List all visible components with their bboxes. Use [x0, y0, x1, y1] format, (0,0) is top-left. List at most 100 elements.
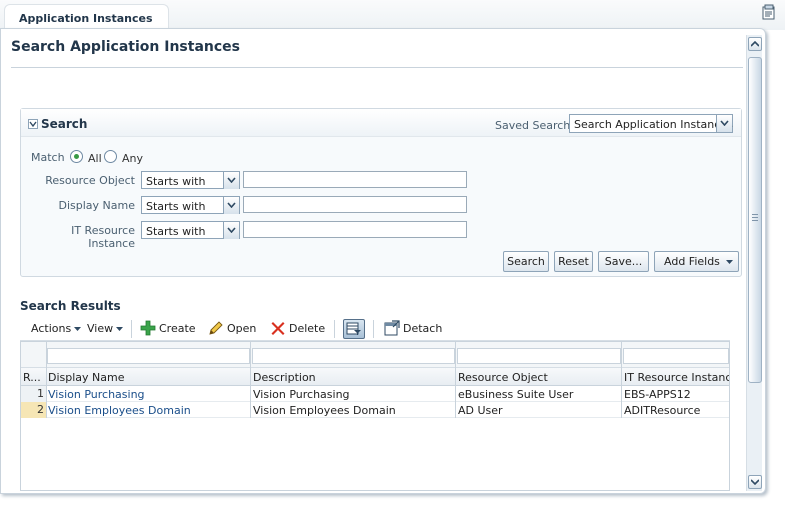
- tab-application-instances[interactable]: Application Instances: [4, 4, 169, 30]
- page-title: Search Application Instances: [11, 39, 240, 55]
- search-header: Search Saved Search Search Application I…: [21, 109, 741, 137]
- open-button[interactable]: Open: [227, 322, 256, 335]
- display-name-label: Display Name: [58, 199, 136, 212]
- vertical-scrollbar[interactable]: [746, 35, 762, 491]
- match-all-radio[interactable]: [70, 150, 83, 163]
- column-divider: [621, 342, 622, 418]
- create-button[interactable]: Create: [159, 322, 196, 335]
- dropdown-button[interactable]: [223, 197, 239, 214]
- dropdown-button[interactable]: [223, 222, 239, 239]
- caret-down-icon: [74, 327, 82, 331]
- description-cell: Vision Employees Domain: [253, 404, 396, 417]
- pencil-icon[interactable]: [208, 320, 224, 336]
- display-name-operator[interactable]: Starts with: [141, 196, 240, 214]
- it-resource-cell: ADITResource: [624, 404, 701, 417]
- table-header: R... Display Name Description Resource O…: [21, 368, 729, 386]
- operator-value: Starts with: [146, 200, 206, 213]
- search-title: Search: [41, 117, 88, 131]
- save-button[interactable]: Save...: [598, 251, 649, 272]
- match-any-label: Any: [122, 152, 144, 165]
- reset-button[interactable]: Reset: [554, 251, 593, 272]
- resource-object-cell: AD User: [458, 404, 503, 417]
- view-menu[interactable]: View: [87, 322, 124, 335]
- filter-display-name[interactable]: [47, 348, 250, 364]
- scroll-thumb[interactable]: [748, 57, 762, 383]
- scroll-down-button[interactable]: [748, 475, 762, 489]
- search-button[interactable]: Search: [503, 251, 549, 272]
- toolbar-separator: [334, 320, 335, 338]
- row-number: 1: [21, 386, 46, 402]
- col-header-resource-object[interactable]: Resource Object: [458, 371, 620, 384]
- display-name-input[interactable]: [243, 196, 467, 213]
- resource-object-operator[interactable]: Starts with: [141, 171, 240, 189]
- plus-icon[interactable]: [140, 320, 156, 336]
- it-resource-cell: EBS-APPS12: [624, 388, 691, 401]
- query-by-example-button[interactable]: [343, 319, 365, 339]
- operator-value: Starts with: [146, 225, 206, 238]
- saved-search-label: Saved Search: [495, 119, 571, 132]
- caret-down-icon: [726, 260, 733, 264]
- chevron-up-icon: [751, 41, 759, 47]
- table-row[interactable]: 2 Vision Employees Domain Vision Employe…: [21, 402, 729, 418]
- chevron-down-icon: [751, 479, 759, 485]
- filter-it-resource[interactable]: [623, 348, 729, 364]
- grip-icon: [752, 214, 758, 221]
- col-header-row-number[interactable]: R...: [23, 371, 45, 384]
- match-label: Match: [31, 151, 65, 164]
- tab-bar: Application Instances: [0, 0, 785, 30]
- delete-x-icon[interactable]: [270, 320, 286, 336]
- resource-object-label: Resource Object: [45, 174, 135, 187]
- scroll-up-button[interactable]: [748, 37, 762, 51]
- table-row[interactable]: 1 Vision Purchasing Vision Purchasing eB…: [21, 386, 729, 402]
- filter-resource-object[interactable]: [457, 348, 621, 364]
- display-name-link[interactable]: Vision Employees Domain: [48, 404, 248, 417]
- delete-button[interactable]: Delete: [289, 322, 325, 335]
- display-name-link[interactable]: Vision Purchasing: [48, 388, 248, 401]
- row-number: 2: [21, 402, 46, 418]
- match-any-radio[interactable]: [104, 150, 117, 163]
- it-resource-instance-operator[interactable]: Starts with: [141, 221, 240, 239]
- filter-description[interactable]: [252, 348, 455, 364]
- resource-object-input[interactable]: [243, 171, 467, 188]
- export-icon[interactable]: [761, 4, 777, 20]
- add-fields-button[interactable]: Add Fields: [654, 251, 739, 272]
- resource-object-cell: eBusiness Suite User: [458, 388, 574, 401]
- saved-search-value: Search Application Instances: [574, 118, 733, 131]
- chevron-down-icon: [720, 120, 729, 126]
- actions-label: Actions: [31, 322, 72, 335]
- col-header-description[interactable]: Description: [253, 371, 453, 384]
- actions-menu[interactable]: Actions: [31, 322, 82, 335]
- it-resource-instance-label: IT Resource Instance: [71, 224, 135, 250]
- view-label: View: [87, 322, 114, 335]
- dropdown-button[interactable]: [223, 172, 239, 189]
- col-header-display-name[interactable]: Display Name: [48, 371, 248, 384]
- toolbar-separator: [131, 320, 132, 338]
- add-fields-label: Add Fields: [664, 255, 720, 268]
- filter-row: [21, 342, 729, 368]
- match-all-label: All: [88, 152, 102, 165]
- column-divider: [46, 342, 47, 418]
- chevron-down-icon: [227, 227, 236, 233]
- col-header-it-resource-instance[interactable]: IT Resource Instance: [624, 371, 729, 384]
- operator-value: Starts with: [146, 175, 206, 188]
- saved-search-select[interactable]: Search Application Instances: [569, 114, 733, 133]
- detach-button[interactable]: Detach: [403, 322, 442, 335]
- dropdown-button[interactable]: [716, 115, 732, 132]
- toolbar-separator: [373, 320, 374, 338]
- chevron-down-icon: [227, 202, 236, 208]
- it-resource-instance-input[interactable]: [243, 221, 467, 238]
- detach-icon[interactable]: [384, 320, 400, 336]
- column-divider: [250, 342, 251, 418]
- filter-table-icon: [346, 322, 361, 335]
- caret-down-icon: [116, 327, 124, 331]
- results-title: Search Results: [20, 299, 121, 313]
- results-toolbar: Actions View Create Open Delete Detach: [20, 316, 730, 341]
- results-table: R... Display Name Description Resource O…: [20, 341, 730, 491]
- title-divider: [11, 67, 743, 68]
- disclose-toggle-icon[interactable]: [28, 119, 38, 129]
- search-panel: Search Saved Search Search Application I…: [20, 108, 742, 277]
- column-divider: [455, 342, 456, 418]
- tab-label: Application Instances: [19, 12, 153, 25]
- description-cell: Vision Purchasing: [253, 388, 350, 401]
- chevron-down-icon: [227, 177, 236, 183]
